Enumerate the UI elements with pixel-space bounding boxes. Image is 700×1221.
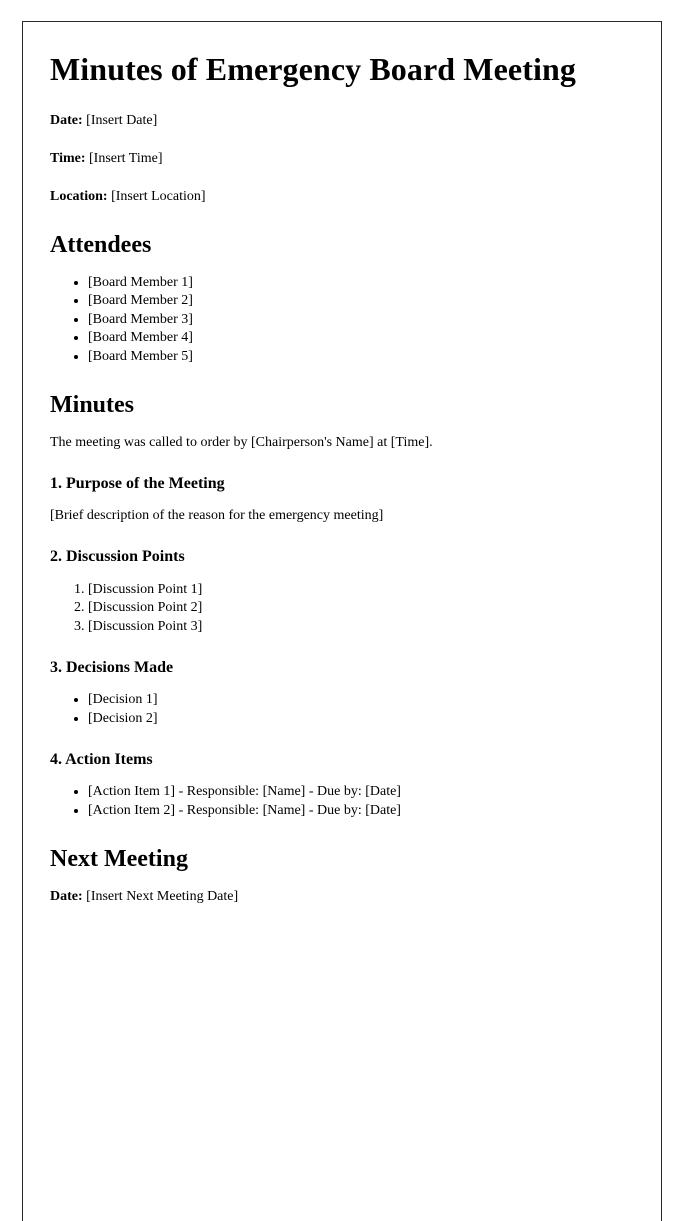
- meta-value-next-meeting-date: [Insert Next Meeting Date]: [86, 888, 239, 904]
- list-item: [Discussion Point 1]: [88, 581, 650, 599]
- discussion-points-list: [Discussion Point 1] [Discussion Point 2…: [50, 581, 650, 636]
- document-body: Minutes of Emergency Board Meeting Date:…: [50, 21, 650, 926]
- sub-heading-decisions-made: 3. Decisions Made: [50, 659, 174, 677]
- section-heading-minutes: Minutes: [50, 392, 134, 419]
- list-item: [Action Item 1] - Responsible: [Name] - …: [88, 783, 650, 801]
- purpose-paragraph: [Brief description of the reason for the…: [50, 508, 384, 524]
- sub-heading-action-items: 4. Action Items: [50, 751, 153, 769]
- minutes-intro-paragraph: The meeting was called to order by [Chai…: [50, 434, 433, 450]
- next-meeting-date-line: Date: [Insert Next Meeting Date]: [50, 888, 650, 906]
- meta-value-time: [Insert Time]: [89, 150, 163, 166]
- meta-label-time: Time:: [50, 150, 86, 166]
- meta-label-next-meeting-date: Date:: [50, 888, 83, 904]
- list-item: [Board Member 4]: [88, 329, 650, 347]
- attendees-list: [Board Member 1] [Board Member 2] [Board…: [50, 274, 650, 366]
- page-title: Minutes of Emergency Board Meeting: [50, 51, 576, 87]
- list-item: [Board Member 3]: [88, 311, 650, 329]
- list-item: [Action Item 2] - Responsible: [Name] - …: [88, 802, 650, 820]
- meta-line-time: Time: [Insert Time]: [50, 150, 650, 168]
- meta-value-date: [Insert Date]: [86, 112, 158, 128]
- list-item: [Decision 1]: [88, 691, 650, 709]
- meta-label-location: Location:: [50, 189, 108, 205]
- section-heading-attendees: Attendees: [50, 232, 152, 259]
- list-item: [Board Member 2]: [88, 292, 650, 310]
- list-item: [Board Member 1]: [88, 274, 650, 292]
- meta-value-location: [Insert Location]: [111, 189, 206, 205]
- sub-heading-purpose: 1. Purpose of the Meeting: [50, 475, 225, 493]
- meta-line-date: Date: [Insert Date]: [50, 112, 650, 130]
- action-items-list: [Action Item 1] - Responsible: [Name] - …: [50, 783, 650, 820]
- meta-label-date: Date:: [50, 112, 83, 128]
- list-item: [Board Member 5]: [88, 348, 650, 366]
- list-item: [Decision 2]: [88, 710, 650, 728]
- meta-line-location: Location: [Insert Location]: [50, 188, 650, 206]
- list-item: [Discussion Point 3]: [88, 618, 650, 636]
- sub-heading-discussion-points: 2. Discussion Points: [50, 548, 185, 566]
- list-item: [Discussion Point 2]: [88, 599, 650, 617]
- section-heading-next-meeting: Next Meeting: [50, 846, 188, 873]
- decisions-list: [Decision 1] [Decision 2]: [50, 691, 650, 728]
